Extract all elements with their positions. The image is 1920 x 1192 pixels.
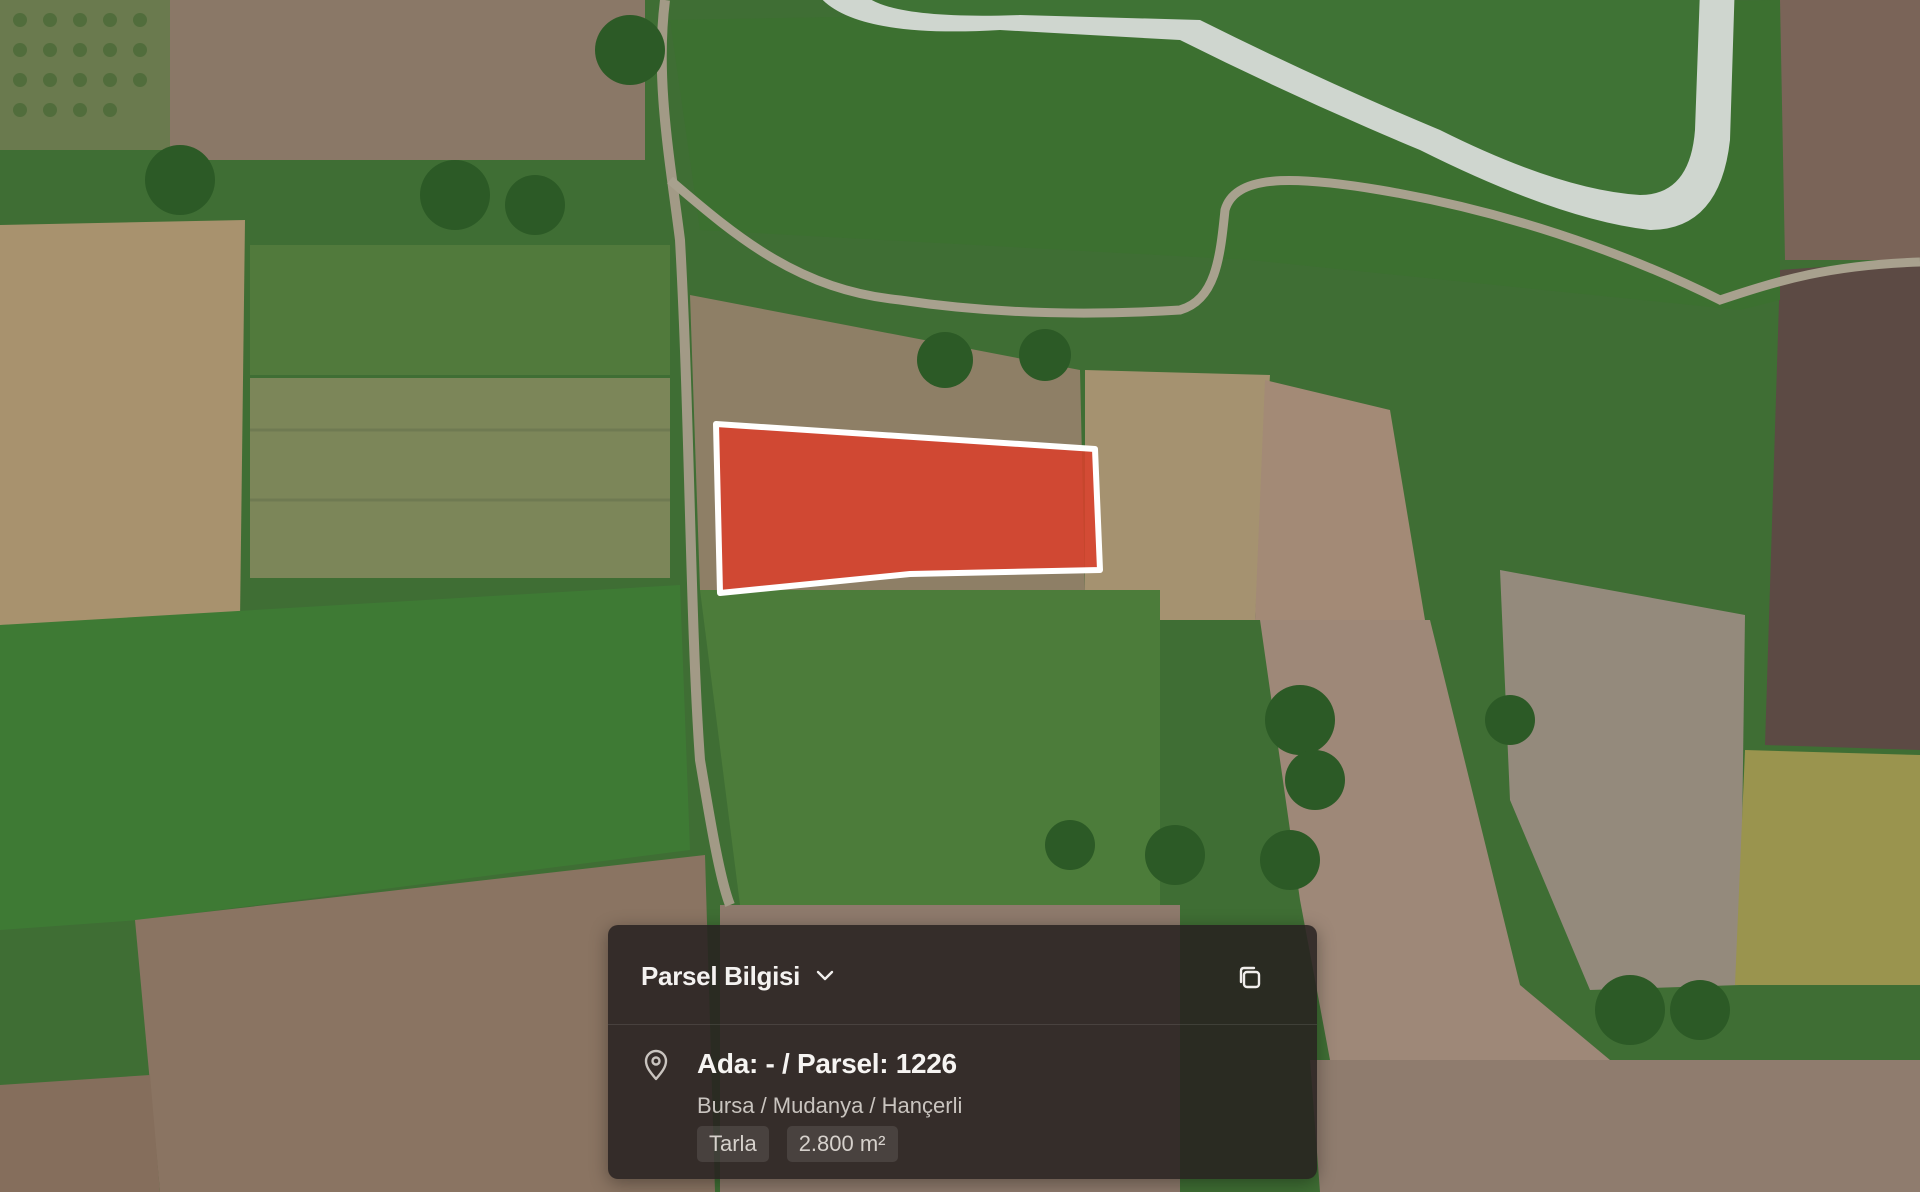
copy-icon: [1239, 966, 1261, 989]
parcel-title: Ada: - / Parsel: 1226: [697, 1048, 957, 1079]
map-pin-icon: [641, 1048, 671, 1082]
chevron-down-icon: [812, 963, 838, 989]
parcel-location: Bursa / Mudanya / Hançerli: [697, 1093, 963, 1118]
field: [1780, 0, 1920, 260]
field: [1735, 750, 1920, 985]
field: [170, 0, 645, 160]
area-badge: 2.800 m²: [786, 1126, 898, 1162]
field: [250, 245, 670, 375]
copy-button[interactable]: [1230, 958, 1270, 998]
selected-parcel-polygon: [713, 421, 1103, 596]
field: [1085, 370, 1270, 620]
parcel-badges: Tarla 2.800 m²: [697, 1126, 898, 1162]
land-type-badge: Tarla: [697, 1126, 769, 1162]
panel-title: Parsel Bilgisi: [641, 960, 801, 991]
parcel-info-panel: Parsel Bilgisi Ada: - / Parsel: 1226 Bur…: [608, 925, 1317, 1179]
field: [0, 1075, 160, 1192]
field: [250, 378, 670, 578]
field: [0, 220, 245, 625]
panel-header: Parsel Bilgisi: [608, 925, 1317, 1025]
field: [1310, 1060, 1920, 1192]
field: [1765, 260, 1920, 750]
parcel-info-toggle[interactable]: Parsel Bilgisi: [641, 961, 838, 991]
